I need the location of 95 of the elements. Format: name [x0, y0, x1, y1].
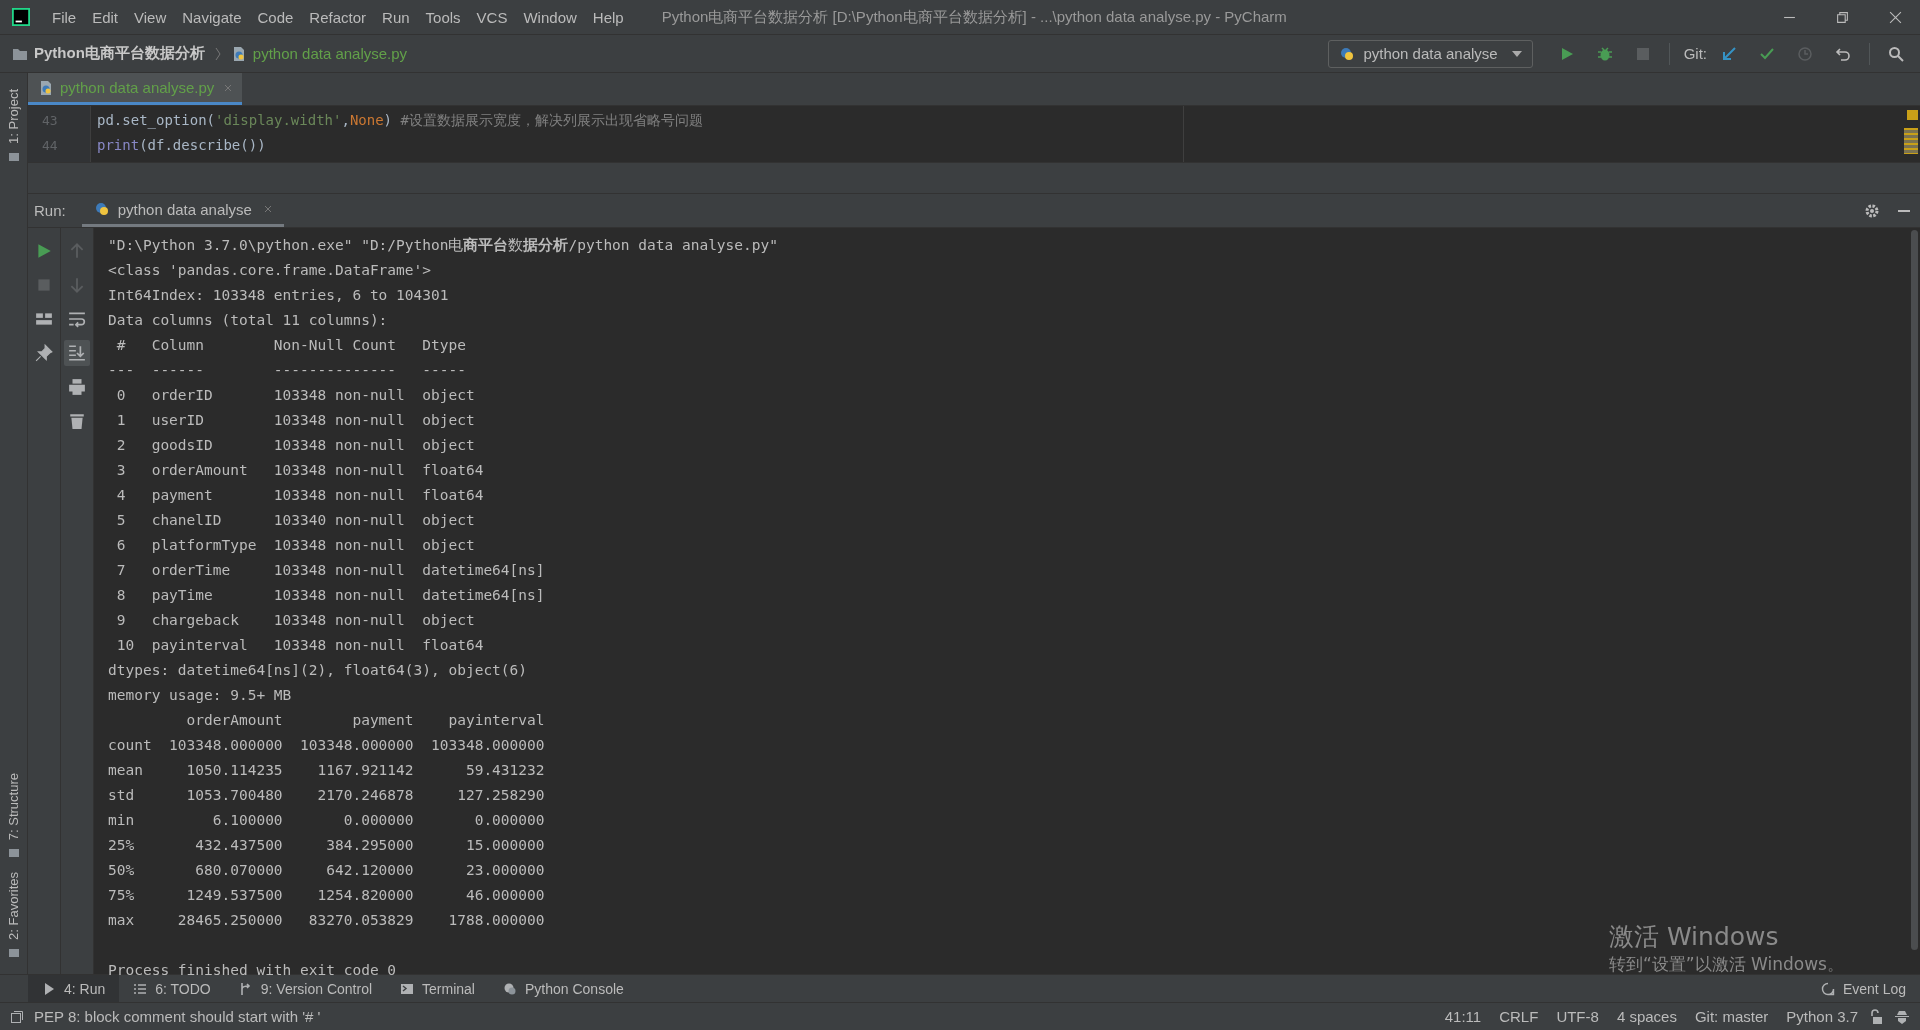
restore-icon[interactable] [1836, 10, 1849, 24]
breadcrumb-project[interactable]: Python电商平台数据分析 [34, 44, 205, 63]
settings-icon[interactable] [1864, 202, 1880, 219]
console-line: 6 platformType 103348 non-null object [115, 537, 475, 553]
inspector-icon[interactable] [1894, 1008, 1910, 1025]
console-line: Process finished with exit code 0 [108, 962, 397, 978]
console-line: orderAmount payment payinterval [185, 712, 545, 728]
status-item[interactable]: CRLF [1499, 1008, 1539, 1025]
console-line: count 103348.000000 103348.000000 103348.000000 [108, 737, 545, 753]
console-line: min 6.100000 0.000000 0.000000 [108, 812, 545, 828]
console-line: "D:\Python 3.7.0\python.exe" "D:/Python电商平台数据分析/python data analyse.py" [108, 237, 778, 253]
list-icon [133, 981, 148, 996]
code-line: pd.set_option('display.width',None) #设置数据展示宽度，解决列展示出现省略号问题 [97, 112, 703, 128]
warning-marker[interactable] [1907, 110, 1918, 120]
python-icon [1339, 45, 1356, 62]
run-icon [42, 981, 56, 996]
console-line: 3 orderAmount 103348 non-null float64 [115, 462, 484, 478]
console-line: dtypes: datetime64[ns](2), float64(3), object(6) [108, 662, 528, 678]
console-line: 10 payinterval 103348 non-null float64 [115, 637, 484, 653]
side-tool-tab[interactable]: 1: Project [0, 85, 27, 166]
tool-window-icon [7, 846, 20, 859]
tool-window-tab[interactable]: Python Console [488, 975, 638, 1002]
python-icon [502, 981, 517, 996]
git-label: Git: [1683, 45, 1707, 62]
console-line: <class 'pandas.core.frame.DataFrame'> [108, 262, 431, 278]
close-icon[interactable] [1889, 10, 1902, 24]
status-item[interactable]: 4 spaces [1616, 1008, 1677, 1025]
console-line: 4 payment 103348 non-null float64 [115, 487, 484, 503]
console-line: mean 1050.114235 1167.921142 59.431232 [108, 762, 545, 778]
console-line: --- ------ -------------- ----- [108, 362, 466, 378]
console-line: 9 chargeback 103348 non-null object [115, 612, 475, 628]
status-item[interactable]: UTF-8 [1556, 1008, 1599, 1025]
console-line: 25% 432.437500 384.295000 15.000000 [108, 837, 545, 853]
menu-item[interactable]: File [44, 8, 85, 26]
tool-window-tab[interactable]: 9: Version Control [224, 975, 387, 1002]
console-line: max 28465.250000 83270.053829 1788.000000 [108, 912, 545, 928]
code-line: print(df.describe()) [97, 137, 266, 153]
activation-title: 激活 Windows [1609, 921, 1780, 953]
window-title: Python电商平台数据分析 [D:\Python电商平台数据分析] - ...\python data analyse.py - PyCharm [661, 7, 1287, 27]
activation-message: 转到“设置”以激活 Windows。 [1609, 953, 1844, 976]
scrollbar-thumb[interactable] [1910, 230, 1918, 950]
pycharm-logo-icon [12, 8, 30, 26]
search-icon[interactable] [1888, 45, 1904, 62]
side-tool-tab[interactable]: 7: Structure [0, 768, 27, 863]
status-item[interactable]: Python 3.7 [1786, 1008, 1858, 1025]
close-icon[interactable] [263, 205, 272, 213]
tool-window-tab[interactable]: Terminal [386, 975, 489, 1002]
console-line: 8 payTime 103348 non-null datetime64[ns] [115, 587, 545, 603]
speech-bubble-icon [1820, 981, 1835, 996]
chevron-icon [214, 46, 221, 61]
menu-item[interactable]: Window [515, 8, 585, 26]
python-icon [93, 201, 110, 217]
status-item[interactable]: Git: master [1694, 1008, 1769, 1025]
menu-item[interactable]: VCS [468, 8, 516, 26]
console-line: 2 goodsID 103348 non-null object [115, 437, 475, 453]
menu-item[interactable]: Help [584, 8, 632, 26]
caret-icon [1511, 50, 1522, 57]
tool-window-tab[interactable]: 6: TODO [119, 975, 225, 1002]
menu-item[interactable]: Refactor [301, 8, 375, 26]
console-line: memory usage: 9.5+ MB [108, 687, 292, 703]
breadcrumb-file[interactable]: python data analyse.py [252, 45, 408, 62]
console-line: 7 orderTime 103348 non-null datetime64[ns] [115, 562, 545, 578]
status-message: PEP 8: block comment should start with '# ' [34, 1008, 321, 1025]
console-line: Int64Index: 103348 entries, 6 to 104301 [108, 287, 449, 303]
panel-toggle-icon[interactable] [10, 1009, 24, 1024]
menu-item[interactable]: Tools [417, 8, 469, 26]
console-line: 50% 680.070000 642.120000 23.000000 [108, 862, 545, 878]
run-configuration-dropdown[interactable]: python data analyse [1328, 39, 1533, 68]
revert-icon[interactable] [1835, 45, 1851, 62]
event-log-tab[interactable]: Event Log [1806, 975, 1920, 1002]
update-arrow-icon[interactable] [1721, 45, 1737, 62]
branch-icon [238, 981, 253, 996]
console-line: std 1053.700480 2170.246878 127.258290 [108, 787, 545, 803]
tool-window-tab[interactable]: 4: Run [28, 975, 120, 1002]
menu-item[interactable]: View [126, 8, 175, 26]
console-line: Data columns (total 11 columns): [108, 312, 388, 328]
console-line: # Column Non-Null Count Dtype [115, 337, 466, 353]
menu-item[interactable]: Edit [84, 8, 127, 26]
status-item[interactable]: 41:11 [1444, 1008, 1482, 1025]
python-file-icon [38, 79, 54, 96]
console-line: 0 orderID 103348 non-null object [115, 387, 475, 403]
console-line: 75% 1249.537500 1254.820000 46.000000 [108, 887, 545, 903]
side-tool-tab[interactable]: 2: Favorites [0, 868, 27, 962]
menu-item[interactable]: Code [249, 8, 302, 26]
tool-window-icon [7, 946, 20, 958]
bug-icon[interactable] [1596, 45, 1613, 62]
terminal-icon [400, 981, 415, 996]
lock-icon[interactable] [1868, 1008, 1884, 1025]
menu-item[interactable]: Run [374, 8, 418, 26]
menu-item[interactable]: Navigate [174, 8, 250, 26]
console-line: 5 chanelID 103340 non-null object [115, 512, 475, 528]
scroll-to-end-icon[interactable] [64, 340, 90, 366]
error-stripe-markers[interactable] [1904, 128, 1918, 154]
run-label: Run: [34, 202, 66, 219]
console-line: 1 userID 103348 non-null object [115, 412, 475, 428]
